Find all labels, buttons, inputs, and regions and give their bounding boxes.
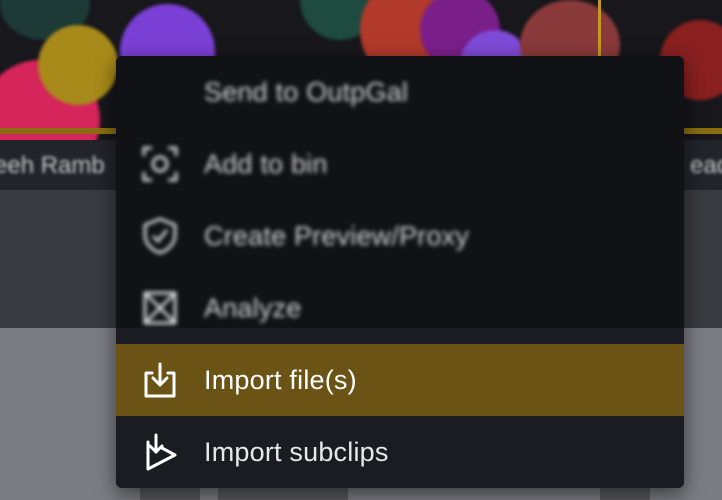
clip-label-left[interactable]: eeh Ramb [0, 152, 105, 180]
menu-item-label: Import file(s) [204, 364, 357, 395]
thumbnail-shape [38, 25, 118, 105]
bin-cell [600, 486, 650, 500]
menu-item-label: Create Preview/Proxy [204, 220, 470, 251]
menu-item-create-preview-proxy[interactable]: Create Preview/Proxy [116, 200, 684, 272]
shield-icon [140, 216, 180, 256]
menu-item-import-files[interactable]: Import file(s) [116, 344, 684, 416]
thumbnail-divider [598, 0, 601, 60]
bin-cell [140, 486, 200, 500]
menu-item-add-to-bin[interactable]: Add to bin [116, 128, 684, 200]
bin-cell [218, 486, 348, 500]
menu-item-label: Send to OutpGal [204, 76, 409, 107]
menu-item-label: Analyze [204, 292, 302, 323]
clip-label-right[interactable]: ead [690, 152, 722, 180]
menu-item-label: Add to bin [204, 148, 328, 179]
context-menu: Send to OutpGal Add to bin Create Previe… [116, 56, 684, 488]
media-browser: eeh Ramb ead Send to OutpGal Add to bin [0, 0, 722, 500]
menu-item-label: Import subclips [204, 436, 389, 467]
menu-separator [116, 328, 684, 344]
import-subclips-icon [140, 432, 180, 472]
menu-item-send-to-output[interactable]: Send to OutpGal [116, 56, 684, 128]
import-file-icon [140, 360, 180, 400]
focus-frame-icon [140, 144, 180, 184]
menu-item-import-subclips[interactable]: Import subclips [116, 416, 684, 488]
analyze-icon [140, 288, 180, 328]
